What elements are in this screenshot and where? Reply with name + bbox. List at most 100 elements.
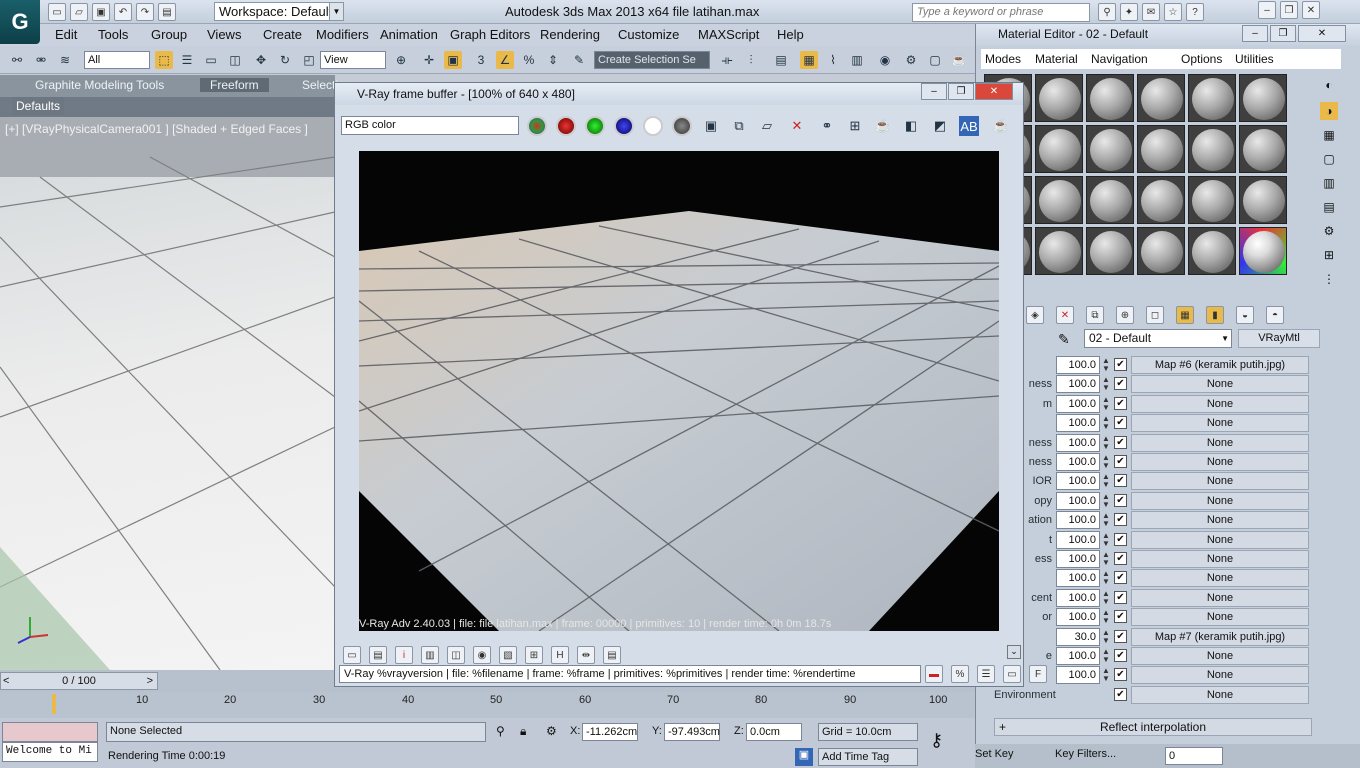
material-sample-slot[interactable] bbox=[1239, 227, 1287, 275]
parameter-amount-field[interactable]: 100.0 bbox=[1056, 666, 1100, 685]
help-search-input[interactable]: Type a keyword or phrase bbox=[912, 3, 1090, 22]
lut-icon[interactable]: ▧ bbox=[499, 646, 517, 664]
parameter-amount-field[interactable]: 100.0 bbox=[1056, 608, 1100, 627]
map-slot-button[interactable]: None bbox=[1131, 414, 1309, 433]
spinner-icon[interactable]: ▲ ▼ bbox=[1102, 395, 1110, 412]
minimize-icon[interactable]: – bbox=[921, 83, 947, 100]
map-slot-button[interactable]: None bbox=[1131, 666, 1309, 685]
scale-icon[interactable]: ◰ bbox=[300, 51, 318, 69]
menu-maxscript[interactable]: MAXScript bbox=[698, 27, 759, 42]
map-slot-button[interactable]: Map #6 (keramik putih.jpg) bbox=[1131, 356, 1309, 374]
spinner-icon[interactable]: ▲ ▼ bbox=[1102, 628, 1110, 645]
maxscript-listener-mini[interactable] bbox=[2, 722, 98, 742]
material-sample-slot[interactable] bbox=[1086, 176, 1134, 224]
minimize-icon[interactable]: – bbox=[1258, 1, 1276, 19]
parameter-amount-field[interactable]: 100.0 bbox=[1056, 511, 1100, 530]
map-enable-checkbox[interactable]: ✔ bbox=[1114, 629, 1127, 643]
material-editor-icon[interactable]: ◉ bbox=[876, 51, 894, 69]
map-slot-button[interactable]: None bbox=[1131, 550, 1309, 568]
histogram-icon[interactable]: ▥ bbox=[421, 646, 439, 664]
select-by-material-icon[interactable]: ⊞ bbox=[1320, 246, 1338, 264]
rgb-channels-icon[interactable] bbox=[527, 116, 547, 136]
graphite-toggle-icon[interactable]: ▦ bbox=[800, 51, 818, 69]
material-sample-slot[interactable] bbox=[1035, 176, 1083, 224]
maximize-icon[interactable]: ❐ bbox=[1280, 1, 1298, 19]
menu-graph-editors[interactable]: Graph Editors bbox=[450, 27, 530, 42]
snaps-toggle-icon[interactable]: 3 bbox=[472, 51, 490, 69]
map-slot-button[interactable]: None bbox=[1131, 647, 1309, 665]
viewport-label[interactable]: [+] [VRayPhysicalCamera001 ] [Shaded + E… bbox=[5, 122, 308, 136]
map-slot-button[interactable]: None bbox=[1131, 491, 1309, 510]
spinner-icon[interactable]: ▲ ▼ bbox=[1102, 454, 1110, 470]
map-enable-checkbox[interactable]: ✔ bbox=[1114, 455, 1127, 468]
expand-panel-icon[interactable]: ⌄ bbox=[1007, 645, 1021, 659]
spinner-icon[interactable]: ▲ ▼ bbox=[1102, 492, 1110, 509]
selection-filter-dropdown[interactable]: All bbox=[84, 51, 150, 69]
stamp-settings-icon[interactable]: ☰ bbox=[977, 665, 995, 683]
go-forward-icon[interactable]: ◓ bbox=[1266, 306, 1284, 324]
percent-icon[interactable]: % bbox=[951, 665, 969, 683]
time-slider[interactable]: 0 / 100 < > bbox=[0, 672, 158, 690]
go-to-parent-icon[interactable]: ◒ bbox=[1236, 306, 1254, 324]
key-icon[interactable]: ⚷ bbox=[930, 730, 943, 751]
subscription-icon[interactable]: ✦ bbox=[1120, 3, 1138, 21]
parameter-amount-field[interactable]: 100.0 bbox=[1056, 588, 1100, 607]
menu-group[interactable]: Group bbox=[151, 27, 187, 42]
map-slot-button[interactable]: None bbox=[1131, 511, 1309, 530]
material-sample-slot[interactable] bbox=[1239, 74, 1287, 122]
map-slot-button[interactable]: None bbox=[1131, 433, 1309, 452]
material-id-icon[interactable]: ◻ bbox=[1146, 306, 1164, 324]
menu-utilities[interactable]: Utilities bbox=[1235, 52, 1274, 66]
material-sample-slot[interactable] bbox=[1035, 74, 1083, 122]
current-frame-field[interactable]: 0 bbox=[1165, 747, 1223, 765]
spinner-icon[interactable]: ▲ ▼ bbox=[1102, 415, 1110, 431]
green-channel-icon[interactable] bbox=[585, 116, 605, 136]
render-last-icon[interactable]: ☕ bbox=[873, 116, 893, 136]
map-slot-button[interactable]: Map #7 (keramik putih.jpg) bbox=[1131, 627, 1309, 646]
app-logo-icon[interactable]: G bbox=[0, 0, 40, 44]
named-selection-icon[interactable]: ✎ bbox=[570, 51, 588, 69]
stamp-text-field[interactable]: V-Ray %vrayversion | file: %filename | f… bbox=[339, 665, 921, 683]
z-coordinate-field[interactable]: 0.0cm bbox=[746, 723, 802, 741]
lock-selection-icon[interactable]: ⚲ bbox=[496, 724, 505, 738]
material-sample-slot[interactable] bbox=[1239, 176, 1287, 224]
align-icon[interactable]: ⫶ bbox=[742, 51, 760, 69]
minimize-icon[interactable]: – bbox=[1242, 25, 1268, 42]
spinner-icon[interactable]: ▲ ▼ bbox=[1102, 667, 1110, 683]
alpha-channel-icon[interactable] bbox=[643, 116, 663, 136]
spinner-icon[interactable]: ▲ ▼ bbox=[1102, 570, 1110, 586]
close-icon[interactable]: ✕ bbox=[1298, 25, 1346, 42]
rectangular-region-icon[interactable]: ▭ bbox=[202, 51, 220, 69]
spinner-icon[interactable]: ▲ ▼ bbox=[1102, 357, 1110, 373]
parameter-amount-field[interactable]: 100.0 bbox=[1056, 414, 1100, 433]
menu-animation[interactable]: Animation bbox=[380, 27, 438, 42]
tab-graphite-modeling[interactable]: Graphite Modeling Tools bbox=[35, 78, 164, 92]
map-enable-checkbox[interactable]: ✔ bbox=[1114, 358, 1127, 371]
clear-image-icon[interactable]: ✕ bbox=[787, 116, 807, 136]
save-file-icon[interactable]: ▣ bbox=[92, 3, 110, 21]
spinner-icon[interactable]: ▲ ▼ bbox=[1102, 531, 1110, 548]
material-name-field[interactable]: 02 - Default ▼ bbox=[1084, 329, 1232, 348]
close-icon[interactable]: ✕ bbox=[1302, 1, 1320, 19]
load-image-icon[interactable]: ▱ bbox=[757, 116, 777, 136]
curve-editor-icon[interactable]: ⌇ bbox=[824, 51, 842, 69]
map-slot-button[interactable]: None bbox=[1131, 685, 1309, 704]
map-enable-checkbox[interactable]: ✔ bbox=[1114, 416, 1127, 430]
material-sample-slot[interactable] bbox=[1035, 227, 1083, 275]
menu-customize[interactable]: Customize bbox=[618, 27, 679, 42]
spinner-icon[interactable]: ▲ ▼ bbox=[1102, 376, 1110, 392]
tab-freeform[interactable]: Freeform bbox=[200, 78, 269, 92]
parameter-amount-field[interactable]: 100.0 bbox=[1056, 491, 1100, 510]
monochrome-icon[interactable] bbox=[672, 116, 692, 136]
keyboard-shortcut-icon[interactable]: ▣ bbox=[444, 51, 462, 69]
show-end-result-icon[interactable]: ▮ bbox=[1206, 306, 1224, 324]
material-sample-slot[interactable] bbox=[1137, 125, 1185, 173]
map-enable-checkbox[interactable]: ✔ bbox=[1114, 377, 1127, 391]
parameter-amount-field[interactable]: 100.0 bbox=[1056, 375, 1100, 394]
material-sample-slot[interactable] bbox=[1137, 74, 1185, 122]
put-to-library-icon[interactable]: ⊕ bbox=[1116, 306, 1134, 324]
exposure-icon[interactable]: ⇹ bbox=[577, 646, 595, 664]
select-object-icon[interactable]: ⬚ bbox=[155, 51, 173, 69]
map-enable-checkbox[interactable]: ✔ bbox=[1114, 513, 1127, 527]
material-sample-slot[interactable] bbox=[1188, 227, 1236, 275]
